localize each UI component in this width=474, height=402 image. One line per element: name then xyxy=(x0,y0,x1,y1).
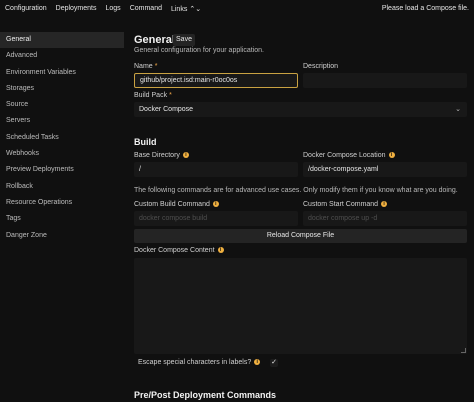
escape-label: Escape special characters in labels? i xyxy=(138,359,261,366)
sidebar-item-scheduled-tasks[interactable]: Scheduled Tasks xyxy=(0,130,124,146)
checkmark-icon: ✓ xyxy=(271,359,277,366)
compose-location-label-text: Docker Compose Location xyxy=(303,152,386,159)
name-label-text: Name xyxy=(134,63,153,70)
escape-label-text: Escape special characters in labels? xyxy=(138,359,252,366)
sidebar-item-environment-variables[interactable]: Environment Variables xyxy=(0,65,124,81)
sidebar-item-rollback[interactable]: Rollback xyxy=(0,179,124,195)
info-icon[interactable]: i xyxy=(182,152,189,159)
custom-build-label-text: Custom Build Command xyxy=(134,201,210,208)
compose-content-label-text: Docker Compose Content xyxy=(134,247,215,254)
name-input[interactable]: github/project.isd:main-r0oc0os xyxy=(134,73,298,88)
build-pack-label-text: Build Pack xyxy=(134,92,168,99)
sidebar-item-general[interactable]: General xyxy=(0,32,124,49)
nav-logs[interactable]: Logs xyxy=(106,5,121,13)
custom-build-input[interactable]: docker compose build xyxy=(134,211,298,226)
info-icon[interactable]: i xyxy=(212,201,219,208)
sidebar-item-webhooks[interactable]: Webhooks xyxy=(0,146,124,162)
name-label: Name * xyxy=(134,63,157,70)
custom-start-label-text: Custom Start Command xyxy=(303,201,379,208)
compose-content-label: Docker Compose Content i xyxy=(134,247,224,254)
info-icon[interactable]: i xyxy=(388,152,395,159)
save-button[interactable]: Save xyxy=(173,34,195,46)
prepost-section-title: Pre/Post Deployment Commands xyxy=(134,390,277,400)
custom-start-input[interactable]: docker compose up -d xyxy=(303,211,467,226)
info-icon[interactable]: i xyxy=(381,201,388,208)
base-directory-label-text: Base Directory xyxy=(134,152,180,159)
nav-configuration[interactable]: Configuration xyxy=(5,5,47,13)
required-asterisk: * xyxy=(154,63,158,70)
reload-compose-button[interactable]: Reload Compose File xyxy=(134,229,467,243)
sidebar-item-storages[interactable]: Storages xyxy=(0,81,124,97)
description-input[interactable] xyxy=(303,73,467,88)
sidebar-item-servers[interactable]: Servers xyxy=(0,113,124,129)
required-asterisk: * xyxy=(169,92,172,99)
nav-deployments[interactable]: Deployments xyxy=(56,5,97,13)
sidebar-item-tags[interactable]: Tags xyxy=(0,211,124,227)
build-pack-value: Docker Compose xyxy=(139,106,194,113)
custom-build-label: Custom Build Command i xyxy=(134,201,219,208)
escape-checkbox[interactable]: ✓ xyxy=(270,359,278,367)
sidebar-item-danger-zone[interactable]: Danger Zone xyxy=(0,228,124,244)
settings-sidebar: General Advanced Environment Variables S… xyxy=(0,32,124,244)
sidebar-item-resource-operations[interactable]: Resource Operations xyxy=(0,195,124,211)
info-icon[interactable]: i xyxy=(217,247,224,254)
sidebar-item-advanced[interactable]: Advanced xyxy=(0,48,124,64)
info-icon[interactable]: i xyxy=(254,359,261,366)
base-directory-label: Base Directory i xyxy=(134,152,189,159)
base-directory-input[interactable]: / xyxy=(134,162,298,177)
compose-content-textarea[interactable] xyxy=(134,258,467,354)
main-content: General Save General configuration for y… xyxy=(134,0,474,402)
description-label: Description xyxy=(303,63,339,70)
build-pack-label: Build Pack * xyxy=(134,92,172,99)
compose-location-input[interactable]: /docker-compose.yaml xyxy=(303,162,467,177)
build-pack-select[interactable]: Docker Compose ⌄ xyxy=(134,102,467,117)
sidebar-item-source[interactable]: Source xyxy=(0,97,124,113)
resize-handle-icon[interactable] xyxy=(461,348,466,353)
build-section-title: Build xyxy=(134,137,157,147)
chevron-down-icon: ⌄ xyxy=(455,106,461,113)
advanced-note: The following commands are for advanced … xyxy=(134,187,458,194)
sidebar-item-preview-deployments[interactable]: Preview Deployments xyxy=(0,162,124,178)
general-subtitle: General configuration for your applicati… xyxy=(134,47,264,54)
custom-start-label: Custom Start Command i xyxy=(303,201,388,208)
compose-location-label: Docker Compose Location i xyxy=(303,152,395,159)
general-title: General xyxy=(134,34,175,46)
